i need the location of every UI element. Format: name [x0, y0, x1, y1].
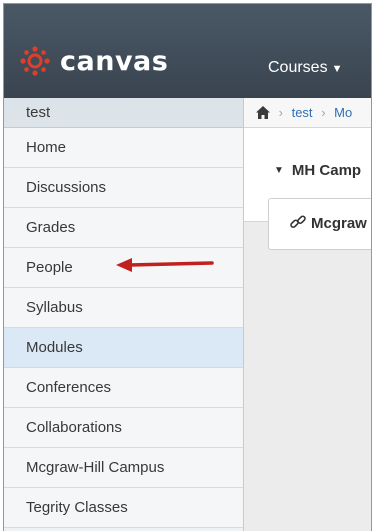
- breadcrumb: › test › Mo: [244, 98, 371, 128]
- brand-name[interactable]: canvas: [60, 46, 168, 77]
- sidebar-item-mcgraw-hill-campus[interactable]: Mcgraw-Hill Campus: [4, 448, 243, 488]
- top-header: canvas Courses ▼: [4, 4, 371, 98]
- breadcrumb-modules-link[interactable]: Mo: [334, 105, 352, 120]
- course-sidebar: test Home Discussions Grades People Syll…: [4, 98, 244, 531]
- sidebar-item-home[interactable]: Home: [4, 128, 243, 168]
- module-item-title: Mcgraw: [311, 215, 367, 232]
- sidebar-item-conferences[interactable]: Conferences: [4, 368, 243, 408]
- breadcrumb-course-link[interactable]: test: [292, 105, 313, 120]
- app-window: canvas Courses ▼ test Home Discussions Gr…: [3, 3, 372, 531]
- red-arrow-annotation-icon: [116, 258, 214, 272]
- chevron-down-icon: ▼: [331, 63, 343, 75]
- module-header[interactable]: ▼ MH Camp: [274, 162, 361, 179]
- collapse-triangle-icon[interactable]: ▼: [274, 165, 284, 176]
- courses-menu[interactable]: Courses ▼: [268, 59, 342, 77]
- sidebar-item-discussions[interactable]: Discussions: [4, 168, 243, 208]
- sidebar-item-grades[interactable]: Grades: [4, 208, 243, 248]
- sidebar-item-tegrity-classes[interactable]: Tegrity Classes: [4, 488, 243, 528]
- home-icon[interactable]: [256, 106, 270, 119]
- link-icon: [290, 215, 306, 229]
- sidebar-course-title: test: [4, 98, 243, 128]
- courses-label: Courses: [268, 59, 328, 76]
- breadcrumb-separator-icon: ›: [278, 105, 283, 120]
- sidebar-item-collaborations[interactable]: Collaborations: [4, 408, 243, 448]
- module-item[interactable]: Mcgraw: [268, 198, 371, 250]
- sidebar-item-modules[interactable]: Modules: [4, 328, 243, 368]
- canvas-logo-icon[interactable]: [20, 46, 50, 76]
- module-title: MH Camp: [291, 162, 362, 179]
- breadcrumb-separator-icon: ›: [321, 105, 326, 120]
- sidebar-item-syllabus[interactable]: Syllabus: [4, 288, 243, 328]
